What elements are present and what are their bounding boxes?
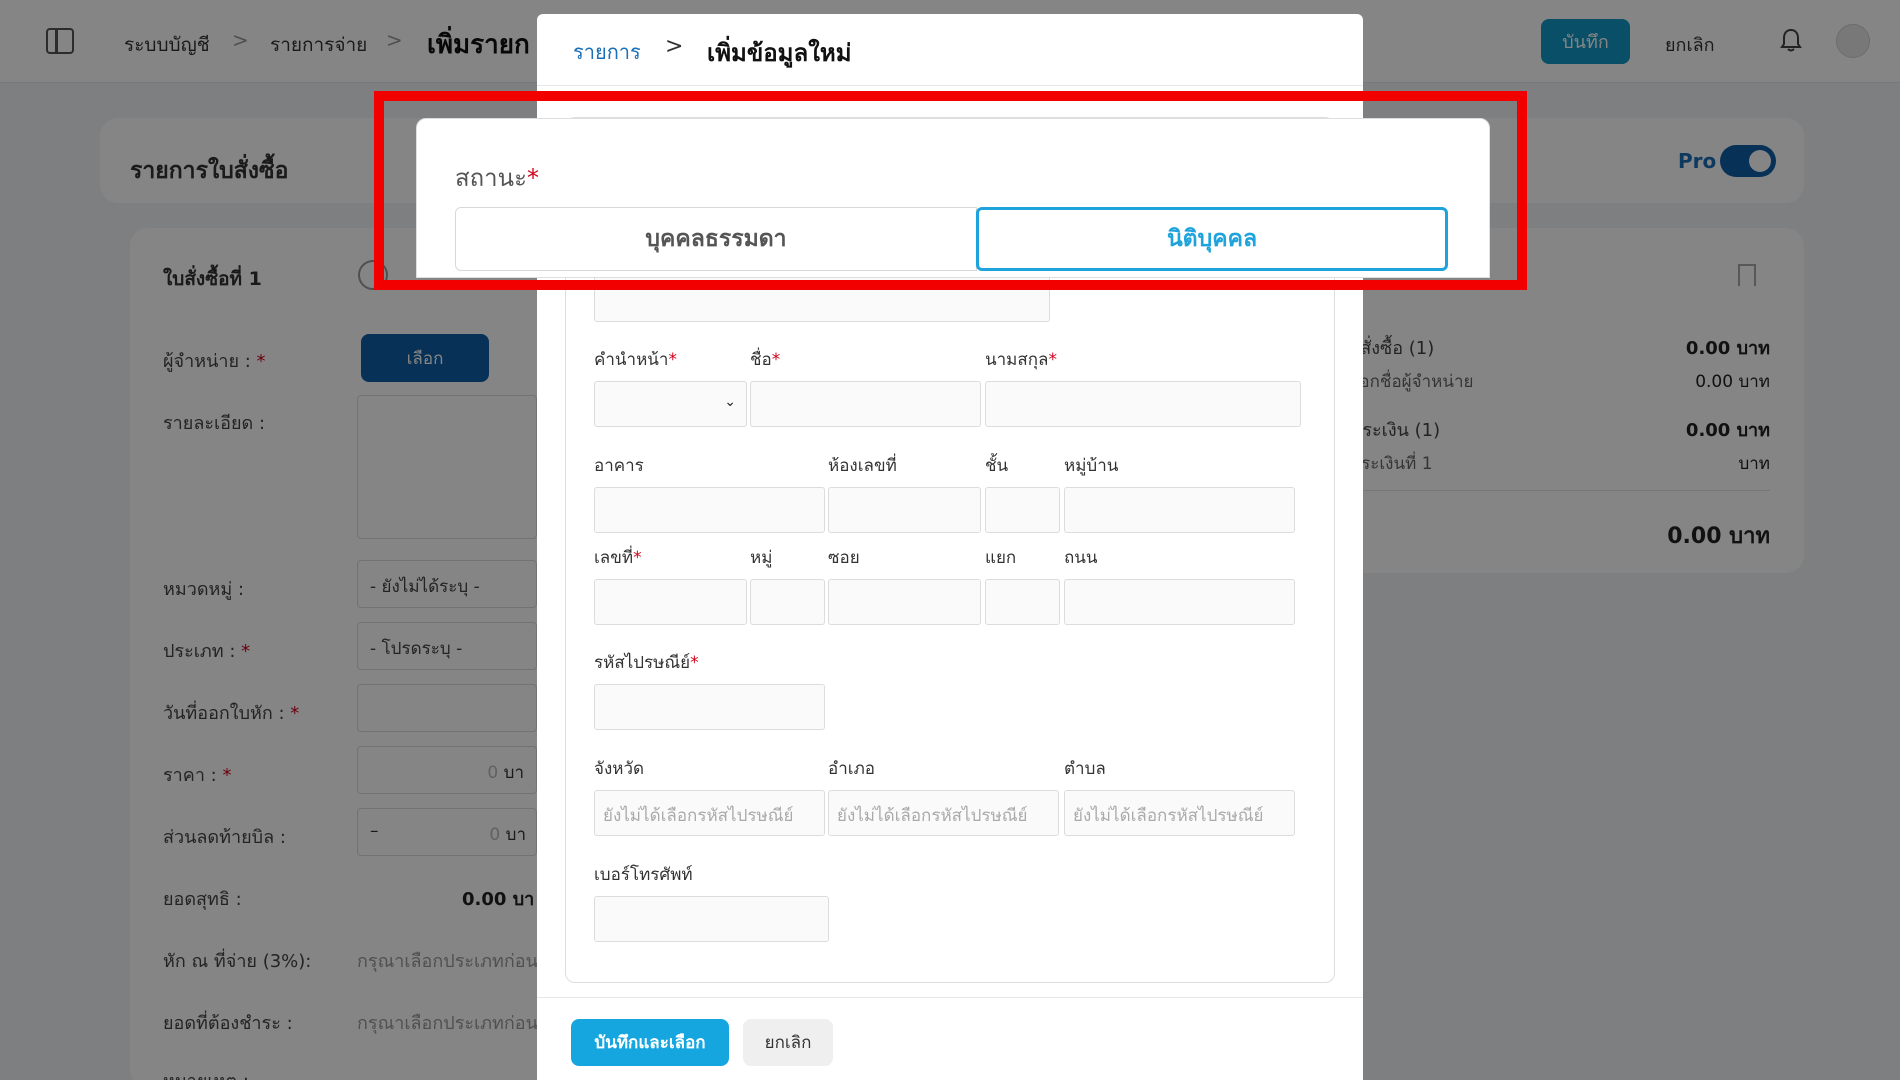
province-input[interactable]: ยังไม่ได้เลือกรหัสไปรษณีย์ xyxy=(594,790,825,836)
village-label: หมู่บ้าน xyxy=(1064,456,1119,476)
yaek-input[interactable] xyxy=(985,579,1060,625)
soi-label: ซอย xyxy=(828,548,860,568)
floor-label: ชั้น xyxy=(985,456,1009,476)
modal-header-divider xyxy=(537,85,1363,86)
modal-cancel-button[interactable]: ยกเลิก xyxy=(743,1019,833,1066)
province-label: จังหวัด xyxy=(594,759,645,779)
chevron-right-icon: > xyxy=(665,34,684,59)
modal-breadcrumb-link[interactable]: รายการ xyxy=(573,36,641,68)
room-no-input[interactable] xyxy=(828,487,981,533)
road-input[interactable] xyxy=(1064,579,1295,625)
postal-code-input[interactable] xyxy=(594,684,825,730)
modal-footer-divider xyxy=(537,997,1363,998)
first-name-label: ชื่อ* xyxy=(750,350,781,370)
last-name-label: นามสกุล* xyxy=(985,350,1057,370)
phone-input[interactable] xyxy=(594,896,829,942)
house-no-input[interactable] xyxy=(594,579,747,625)
district-input[interactable]: ยังไม่ได้เลือกรหัสไปรษณีย์ xyxy=(828,790,1059,836)
save-and-select-button[interactable]: บันทึกและเลือก xyxy=(571,1019,729,1066)
phone-label: เบอร์โทรศัพท์ xyxy=(594,865,693,885)
postal-code-label: รหัสไปรษณีย์* xyxy=(594,653,699,673)
building-label: อาคาร xyxy=(594,456,644,476)
subdistrict-label: ตำบล xyxy=(1064,759,1106,779)
building-input[interactable] xyxy=(594,487,825,533)
highlight-frame xyxy=(374,91,1527,290)
moo-label: หมู่ xyxy=(750,548,773,568)
modal-title: เพิ่มข้อมูลใหม่ xyxy=(707,39,852,67)
soi-input[interactable] xyxy=(828,579,981,625)
yaek-label: แยก xyxy=(985,548,1017,568)
prefix-label: คำนำหน้า* xyxy=(594,350,677,370)
house-no-label: เลขที่* xyxy=(594,548,642,568)
district-label: อำเภอ xyxy=(828,759,875,779)
subdistrict-input[interactable]: ยังไม่ได้เลือกรหัสไปรษณีย์ xyxy=(1064,790,1295,836)
prefix-select[interactable]: ⌄ xyxy=(594,381,747,427)
first-name-input[interactable] xyxy=(750,381,981,427)
chevron-down-icon: ⌄ xyxy=(724,394,736,410)
village-input[interactable] xyxy=(1064,487,1295,533)
floor-input[interactable] xyxy=(985,487,1060,533)
last-name-input[interactable] xyxy=(985,381,1301,427)
road-label: ถนน xyxy=(1064,548,1098,568)
room-no-label: ห้องเลขที่ xyxy=(828,456,897,476)
moo-input[interactable] xyxy=(750,579,825,625)
